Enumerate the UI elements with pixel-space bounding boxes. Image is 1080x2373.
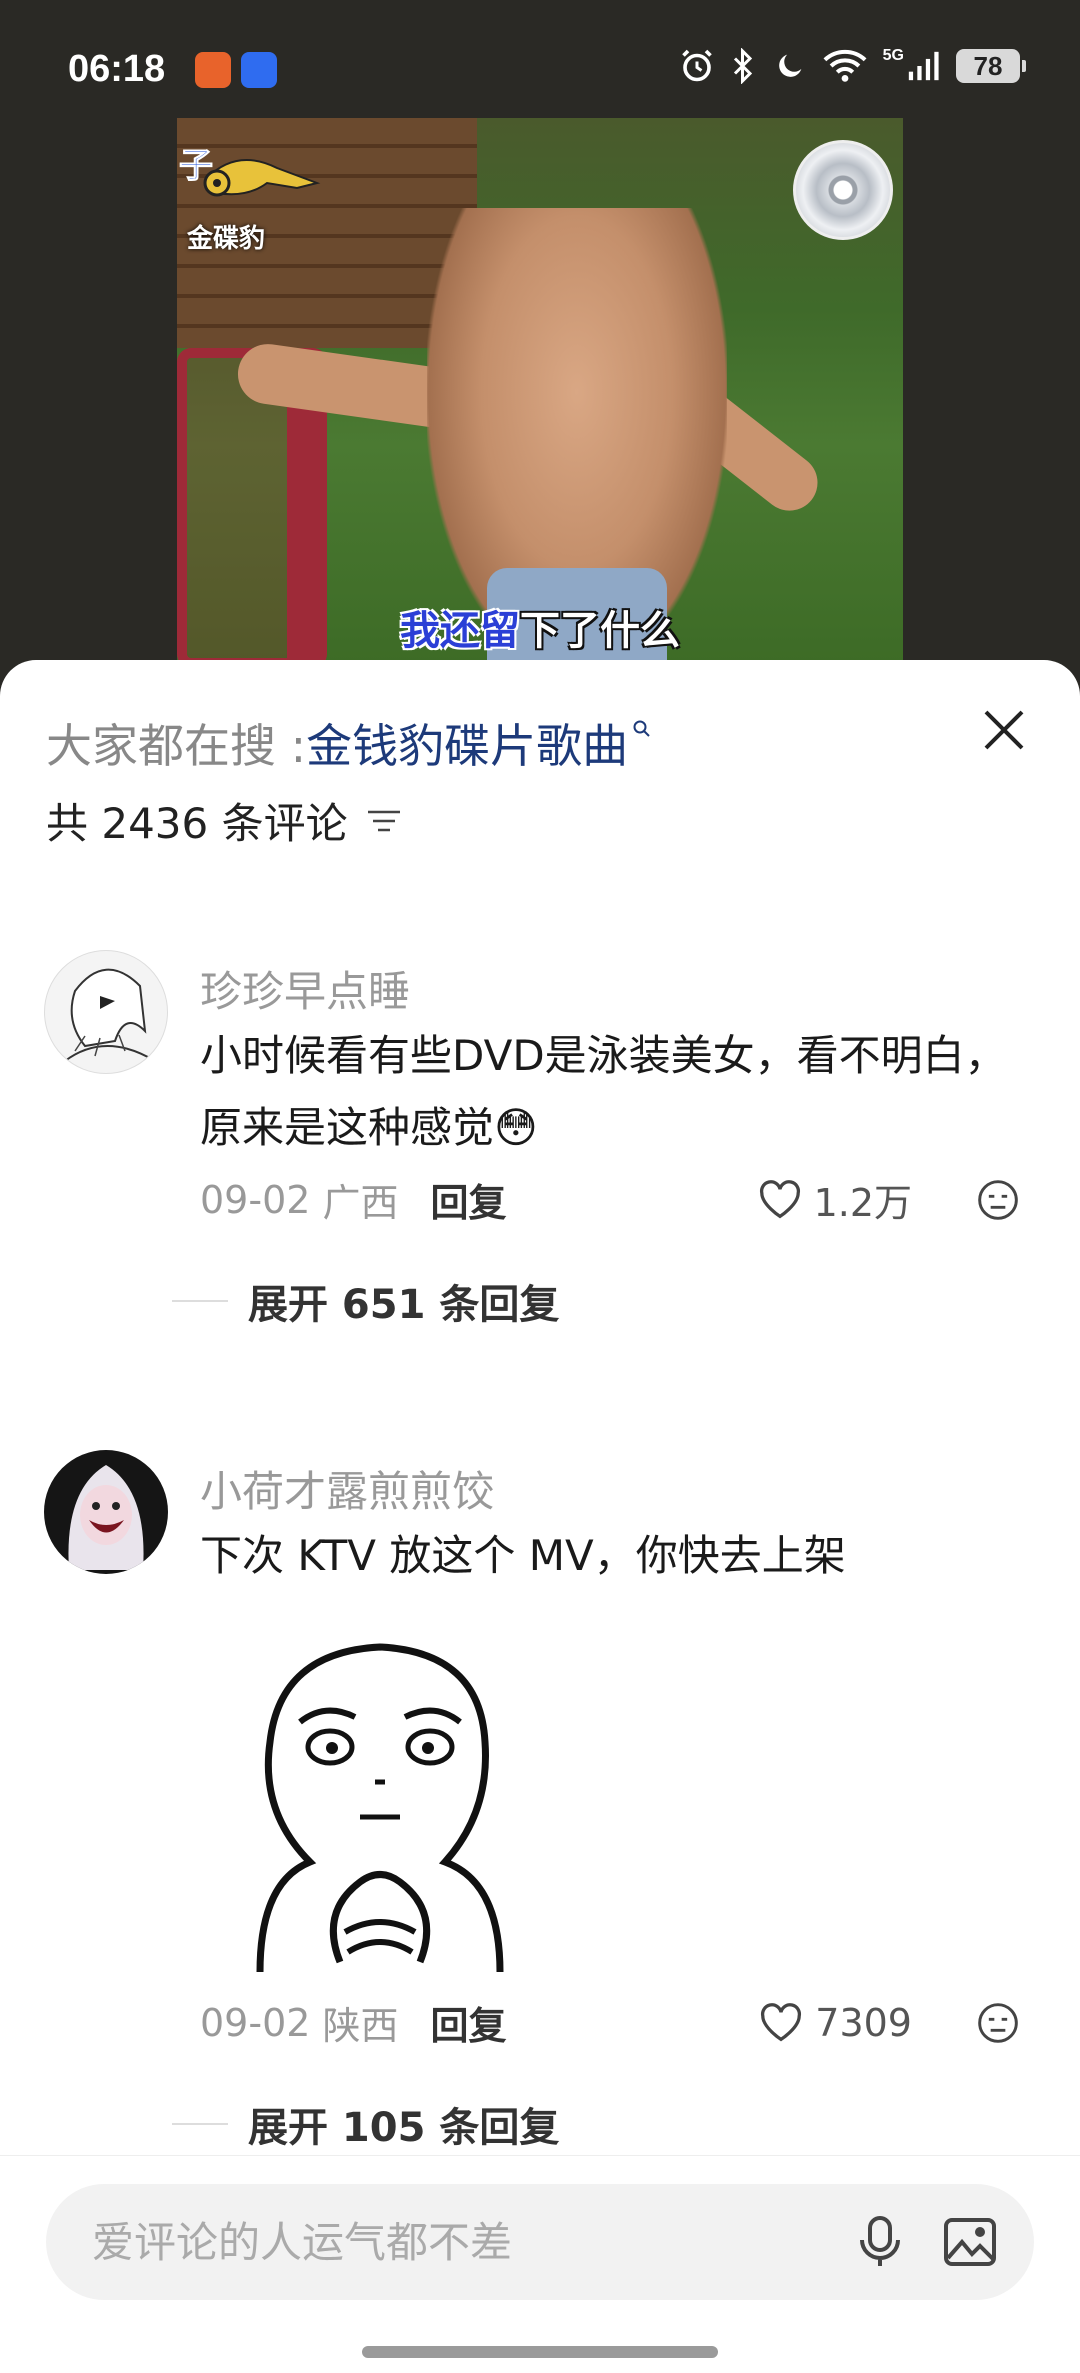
like-button[interactable]: 1.2万 — [758, 1172, 912, 1227]
comment-meta: 09-02 广西 回复 1.2万 — [200, 1172, 1020, 1227]
comment-text: 下次 KTV 放这个 MV，你快去上架 — [200, 1531, 846, 1580]
search-term-link[interactable]: 金钱豹碟片歌曲 — [306, 710, 628, 776]
leopard-logo-icon — [203, 159, 321, 197]
like-button[interactable]: 7309 — [759, 2001, 912, 2045]
comment-meta: 09-02 陕西 回复 7309 — [200, 1995, 1020, 2050]
comment-input[interactable] — [92, 2214, 832, 2270]
reply-button[interactable]: 回复 — [431, 1172, 507, 1227]
reply-button[interactable]: 回复 — [431, 1995, 507, 2050]
comment-input-bar — [0, 2155, 1080, 2373]
signal-icon — [908, 51, 939, 81]
expand-replies-text: 展开 651 条回复 — [248, 1282, 560, 1328]
expand-replies-button[interactable]: 展开 651 条回复 — [172, 1272, 559, 1330]
video-watermark-logo: 子 金碟豹 — [177, 138, 327, 254]
avatar-illustration — [64, 968, 156, 1062]
microphone-icon[interactable] — [856, 2214, 904, 2270]
heart-icon — [761, 2002, 802, 2041]
divider-line — [172, 1300, 228, 1302]
comment-location: 广西 — [322, 1181, 399, 1225]
expand-replies-button[interactable]: 展开 105 条回复 — [172, 2095, 559, 2153]
expand-replies-text: 展开 105 条回复 — [248, 2105, 560, 2151]
comment-count-text: 共 2436 条评论 — [46, 799, 348, 848]
meme-sticker-image[interactable] — [220, 1632, 540, 1972]
username[interactable]: 小荷才露煎煎饺 — [200, 1458, 494, 1519]
like-count: 7309 — [815, 2000, 912, 2045]
emoji-blush: 😳 — [494, 1103, 538, 1152]
status-bar: 06:18 5G 78 — [0, 0, 1080, 120]
wifi-icon — [823, 49, 867, 82]
comment-sheet: 大家都在搜 : 金钱豹碟片歌曲 共 2436 条评论 珍珍早点睡 小时候看有些D… — [0, 660, 1080, 2373]
comment-count: 共 2436 条评论 — [46, 790, 402, 851]
moon-icon — [778, 54, 801, 77]
image-upload-icon[interactable] — [942, 2214, 998, 2270]
sort-filter-icon[interactable] — [366, 806, 402, 836]
close-icon[interactable] — [980, 706, 1028, 754]
comment-date: 09-02 — [200, 2000, 311, 2045]
avatar[interactable] — [44, 950, 168, 1074]
like-count: 1.2万 — [813, 1181, 912, 1225]
status-time: 06:18 — [68, 48, 166, 90]
bluetooth-icon — [733, 48, 752, 84]
search-icon — [633, 720, 650, 737]
comment-content: 下次 KTV 放这个 MV，你快去上架 — [200, 1520, 1030, 1592]
app-notification-icon-2 — [241, 52, 277, 88]
search-suggestion[interactable]: 大家都在搜 : 金钱豹碟片歌曲 — [46, 710, 652, 776]
video-subtitle: 我还留下了什么 — [177, 598, 903, 656]
divider-line — [172, 2123, 228, 2125]
dislike-face-icon[interactable] — [976, 2001, 1020, 2045]
alarm-icon — [681, 49, 712, 82]
subtitle-rest: 下了什么 — [520, 608, 680, 654]
dislike-face-icon[interactable] — [976, 1178, 1020, 1222]
comment-location: 陕西 — [322, 2004, 399, 2048]
heart-icon — [759, 1179, 800, 1218]
logo-text: 金碟豹 — [187, 224, 266, 254]
subtitle-highlight: 我还留 — [400, 608, 520, 654]
app-notification-icon — [195, 52, 231, 88]
battery-indicator: 78 — [956, 49, 1026, 83]
music-disc-icon[interactable] — [793, 140, 893, 240]
username[interactable]: 珍珍早点睡 — [200, 958, 410, 1019]
avatar-illustration — [68, 1465, 144, 1570]
search-prefix: 大家都在搜 : — [46, 719, 307, 773]
network-type: 5G — [882, 47, 904, 64]
comment-date: 09-02 — [200, 1177, 311, 1222]
comment-text: 小时候看有些DVD是泳装美女，看不明白，原来是这种感觉 — [200, 1031, 1007, 1152]
home-indicator[interactable] — [362, 2346, 718, 2358]
comment-input-container[interactable] — [46, 2184, 1034, 2300]
comment-content: 小时候看有些DVD是泳装美女，看不明白，原来是这种感觉😳 — [200, 1020, 1030, 1164]
video-player[interactable]: 子 金碟豹 我还留下了什么 — [177, 118, 903, 663]
avatar[interactable] — [44, 1450, 168, 1574]
